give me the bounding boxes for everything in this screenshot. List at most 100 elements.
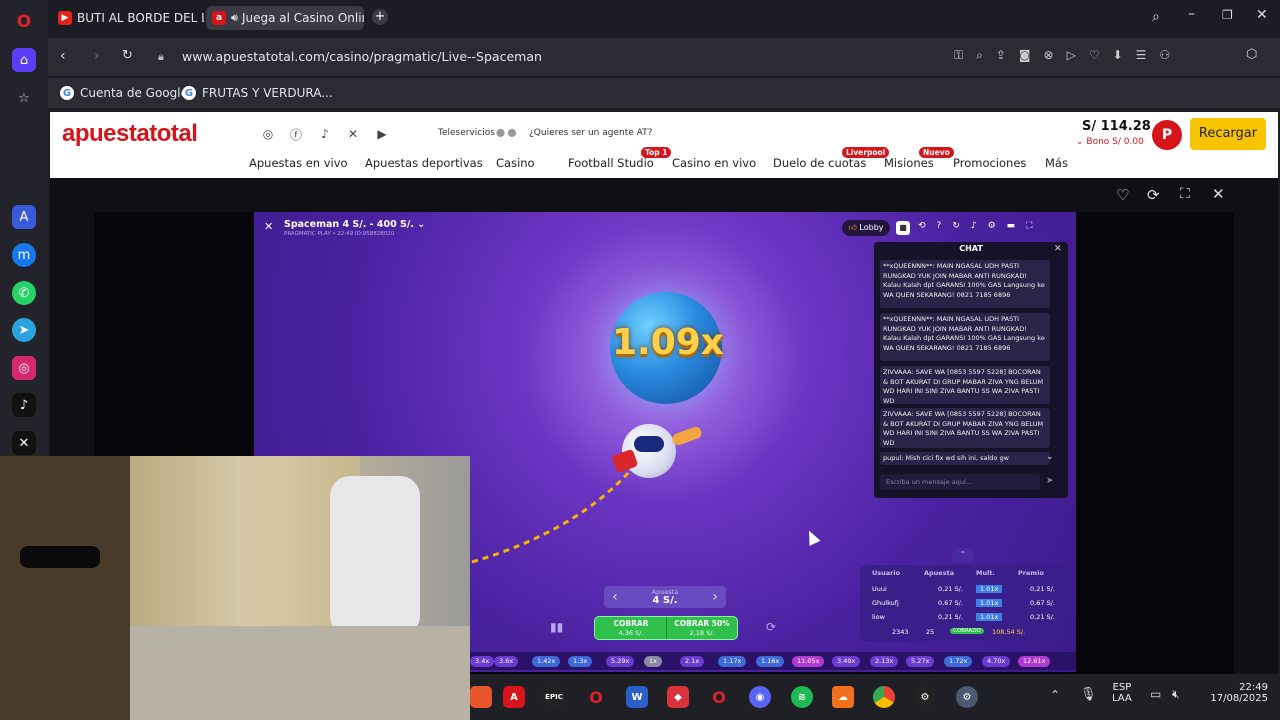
steam-icon[interactable]: ⚙ xyxy=(914,686,936,708)
close-window-button[interactable]: ✕ xyxy=(1256,7,1268,23)
favorite-icon[interactable]: ♡ xyxy=(1116,186,1129,204)
bet-mult: 1.01x xyxy=(976,613,1003,621)
microphone-icon[interactable]: 🎙︎ xyxy=(1080,687,1097,702)
google-icon: G xyxy=(60,86,74,100)
nav-apuestas-en-vivo[interactable]: Apuestas en vivo xyxy=(249,156,348,170)
tab-youtube[interactable]: ▶ BUTI AL BORDE DEL LLAN xyxy=(52,6,204,30)
chat-toggle-icon[interactable]: ■ xyxy=(896,221,910,235)
youtube-icon[interactable]: ▶ xyxy=(374,126,390,142)
restore-button[interactable]: ❐ xyxy=(1222,8,1233,22)
instagram-icon[interactable]: ◎ xyxy=(12,356,36,380)
bookmark-google-account[interactable]: G Cuenta de Google xyxy=(60,84,188,102)
bet-mult: 1.01x xyxy=(976,585,1003,593)
table-header: Usuario Apuesta Mult. Premio xyxy=(866,569,1062,581)
home-icon[interactable]: ⌂ xyxy=(12,48,36,72)
network-icon[interactable]: ▭ xyxy=(1150,687,1161,701)
spotify-icon[interactable]: ≋ xyxy=(791,686,813,708)
messenger-icon[interactable]: m xyxy=(12,243,36,267)
tray-chevron-icon[interactable]: ⌃ xyxy=(1050,688,1060,702)
instagram-icon[interactable]: ◎ xyxy=(260,126,276,142)
scroll-down-icon[interactable]: ⌄ xyxy=(1046,452,1054,462)
word-icon[interactable]: W xyxy=(626,686,648,708)
history-chip: 1.17x xyxy=(718,656,747,667)
speaker-icon[interactable]: 🔊︎ xyxy=(231,11,238,25)
chevron-down-icon[interactable]: ⌄ xyxy=(1076,137,1084,147)
apuestatotal-logo[interactable]: apuestatotal xyxy=(62,120,198,148)
close-game-x-icon[interactable]: ✕ xyxy=(264,220,273,233)
discord-icon[interactable]: ◉ xyxy=(749,686,771,708)
search-icon[interactable]: ⌕ xyxy=(1152,9,1160,25)
agent-link[interactable]: ¿Quieres ser un agente AT? xyxy=(529,128,652,138)
chat-message: **xQUEENNN**: MAIN NGASAL UDH PASTI RUNG… xyxy=(880,260,1050,308)
minimize-button[interactable]: – xyxy=(1188,6,1195,22)
avatar[interactable]: P xyxy=(1152,120,1182,150)
autoplay-icon[interactable]: ⟳ xyxy=(766,620,776,634)
bet-value[interactable]: 4 S/. xyxy=(626,595,704,606)
bet-amount: 0,21 S/. xyxy=(938,585,963,593)
acrobat-icon[interactable]: A xyxy=(503,686,525,708)
bet-increase-icon[interactable]: › xyxy=(704,586,726,608)
forward-icon[interactable]: › xyxy=(94,48,100,64)
nav-misiones[interactable]: Misiones xyxy=(884,156,934,170)
trajectory-line xyxy=(471,470,631,564)
volume-muted-icon[interactable]: 🔇︎ xyxy=(1172,687,1180,702)
recharge-button[interactable]: Recargar xyxy=(1190,118,1266,150)
lobby-button[interactable]: 👍︎ Lobby xyxy=(842,220,890,236)
chat-input[interactable]: Escriba un mensaje aquí... xyxy=(880,474,1040,490)
history-chip: 3.6x xyxy=(494,656,519,667)
aria-icon[interactable]: A xyxy=(12,205,36,229)
opera-gx-icon[interactable]: O xyxy=(708,686,730,708)
badge-nuevo: Nuevo xyxy=(919,147,954,158)
nav-apuestas-deportivas[interactable]: Apuestas deportivas xyxy=(365,156,483,170)
chrome-icon[interactable] xyxy=(873,686,895,708)
app-icon[interactable] xyxy=(470,686,492,708)
toolbar-icons[interactable]: ⚿⌕⇪◙⊗▷♡⬇☰⚇ xyxy=(954,48,1183,63)
fullscreen-icon[interactable]: ⛶ xyxy=(1180,186,1190,202)
star-icon[interactable]: ☆ xyxy=(12,86,36,110)
nav-casino[interactable]: Casino xyxy=(496,156,535,170)
epic-games-icon[interactable]: EPIC xyxy=(543,686,565,708)
stats-icon[interactable]: ▮▮ xyxy=(550,620,563,634)
expand-bets-icon[interactable]: ⌃ xyxy=(952,548,974,562)
game-title[interactable]: Spaceman 4 S/. - 400 S/. ⌄ xyxy=(284,219,425,230)
opera-icon[interactable]: O xyxy=(585,686,607,708)
chat-close-icon[interactable]: ✕ xyxy=(1054,244,1062,254)
back-icon[interactable]: ‹ xyxy=(60,48,66,64)
extensions-icon[interactable]: ⬡ xyxy=(1246,47,1257,62)
bet-user: liow xyxy=(872,613,885,621)
nav-football-studio[interactable]: Football Studio xyxy=(568,156,654,170)
send-icon[interactable]: ➤ xyxy=(1046,476,1054,486)
telegram-icon[interactable]: ➤ xyxy=(12,318,36,342)
history-chip: 1x xyxy=(644,656,662,667)
nav-casino-en-vivo[interactable]: Casino en vivo xyxy=(672,156,756,170)
bookmark-frutas[interactable]: G FRUTAS Y VERDURA... xyxy=(182,84,333,102)
nav-duelo-de-cuotas[interactable]: Duelo de cuotas xyxy=(773,156,866,170)
game-title-text: Spaceman 4 S/. - 400 S/. xyxy=(284,219,414,230)
opera-logo-icon[interactable]: O xyxy=(12,10,36,34)
refresh-game-icon[interactable]: ⟳ xyxy=(1147,186,1160,204)
cashout-50-button[interactable]: COBRAR 50% 2,18 S/. xyxy=(667,617,737,639)
facebook-icon[interactable]: ⓕ xyxy=(288,126,304,142)
x-icon[interactable]: ✕ xyxy=(345,126,361,142)
clock[interactable]: 22:49 17/08/2025 xyxy=(1200,682,1268,704)
new-tab-button[interactable]: + xyxy=(372,9,388,25)
settings-icon[interactable]: ⚙ xyxy=(956,686,978,708)
x-icon[interactable]: ✕ xyxy=(12,431,36,455)
bet-decrease-icon[interactable]: ‹ xyxy=(604,586,626,608)
language-code: ESP xyxy=(1112,682,1132,693)
teleservicios-link[interactable]: Teleservicios xyxy=(438,128,495,138)
nav-promociones[interactable]: Promociones xyxy=(953,156,1026,170)
whatsapp-icon[interactable]: ✆ xyxy=(12,281,36,305)
tiktok-icon[interactable]: ♪ xyxy=(12,393,36,417)
column-header: Mult. xyxy=(976,569,995,577)
game-tool-icons[interactable]: ⟲?↻♪⚙▬⛶ xyxy=(918,221,1043,231)
tab-casino[interactable]: a 🔊︎ Juega al Casino Online xyxy=(206,6,364,30)
reload-icon[interactable]: ↻ xyxy=(122,48,133,63)
tiktok-icon[interactable]: ♪ xyxy=(317,126,333,142)
soundcloud-icon[interactable]: ☁ xyxy=(832,686,854,708)
nav-mas[interactable]: Más xyxy=(1045,156,1068,170)
anydesk-icon[interactable]: ◆ xyxy=(667,686,689,708)
language-indicator[interactable]: ESP LAA xyxy=(1112,682,1132,704)
close-game-icon[interactable]: ✕ xyxy=(1212,185,1225,203)
cashout-button[interactable]: COBRAR 4,36 S/. xyxy=(595,617,667,639)
